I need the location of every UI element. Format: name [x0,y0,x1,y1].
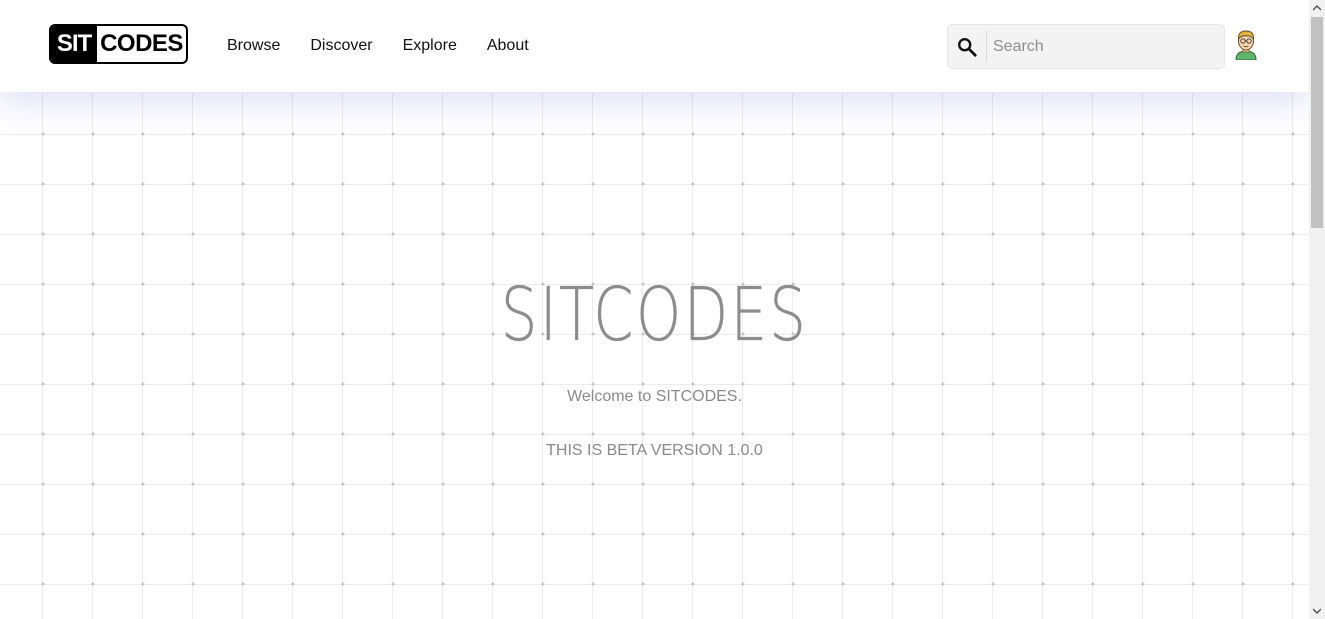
user-avatar-icon[interactable] [1233,28,1259,61]
nav-link-explore[interactable]: Explore [403,35,457,57]
hero-beta-text: THIS IS BETA VERSION 1.0.0 [546,442,763,459]
nav-link-browse[interactable]: Browse [227,35,280,57]
nav-link-discover[interactable]: Discover [310,35,372,57]
vertical-scrollbar[interactable] [1309,0,1325,619]
search-input[interactable] [987,25,1224,68]
search-bar [947,24,1225,69]
scrollbar-thumb[interactable] [1311,17,1323,228]
page-viewport: SIT CODES Browse Discover Explore About [0,0,1309,619]
search-icon[interactable] [948,25,986,68]
top-navbar: SIT CODES Browse Discover Explore About [0,0,1309,92]
logo-part-sit: SIT [51,26,97,62]
hero-section: SITCODES Welcome to SITCODES. THIS IS BE… [0,270,1309,460]
scroll-up-arrow-icon[interactable] [1309,0,1325,16]
nav-link-about[interactable]: About [487,35,529,57]
hero-title: SITCODES [500,272,809,358]
hero-welcome-text: Welcome to SITCODES. [567,388,742,405]
site-logo[interactable]: SIT CODES [49,24,188,64]
main-nav: Browse Discover Explore About [227,35,559,57]
scroll-down-arrow-icon[interactable] [1309,603,1325,619]
logo-part-codes: CODES [100,30,183,57]
